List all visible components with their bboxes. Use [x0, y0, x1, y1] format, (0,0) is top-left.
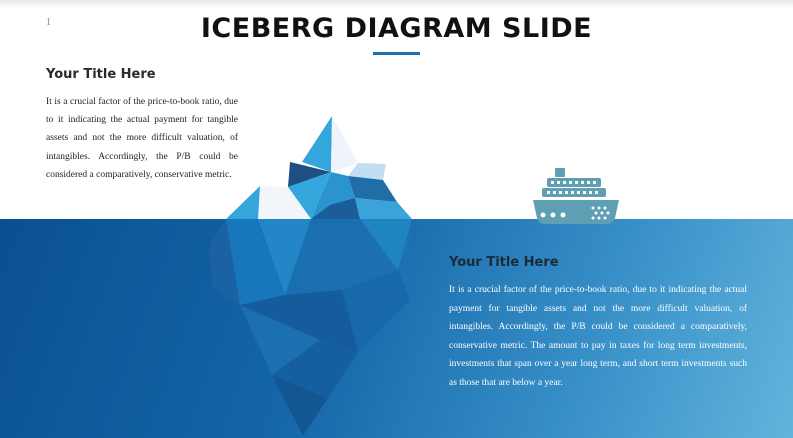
- left-block-title: Your Title Here: [46, 67, 156, 82]
- iceberg-facet: [355, 198, 412, 219]
- right-block-text: It is a crucial factor of the price-to-b…: [449, 285, 747, 388]
- right-block-title: Your Title Here: [449, 255, 559, 270]
- iceberg-facet: [331, 116, 358, 172]
- slide: 1 ICEBERG DIAGRAM SLIDE Your Title Here …: [0, 0, 793, 438]
- left-block-text: It is a crucial factor of the price-to-b…: [46, 97, 238, 180]
- iceberg-facet: [302, 116, 332, 172]
- iceberg-facet: [226, 186, 260, 219]
- cruise-ship-icon: [533, 168, 619, 224]
